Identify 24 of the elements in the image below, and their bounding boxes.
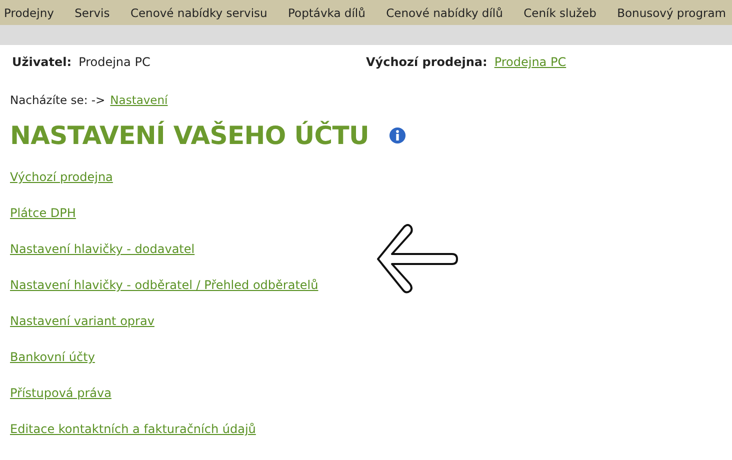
settings-link[interactable]: Výchozí prodejna bbox=[10, 170, 113, 185]
arrow-icon bbox=[374, 223, 460, 295]
nav-item[interactable]: Servis bbox=[74, 6, 110, 20]
settings-link[interactable]: Přístupová práva bbox=[10, 386, 112, 401]
settings-link[interactable]: Editace kontaktních a fakturačních údajů bbox=[10, 422, 256, 437]
settings-link[interactable]: Nastavení hlavičky - odběratel / Přehled odběratelů bbox=[10, 278, 318, 293]
nav-item[interactable]: Poptávka dílů bbox=[288, 6, 366, 20]
breadcrumb-label: Nacházíte se: -> bbox=[10, 93, 106, 107]
nav-item[interactable]: Cenové nabídky servisu bbox=[130, 6, 268, 20]
settings-link[interactable]: Bankovní účty bbox=[10, 350, 95, 365]
nav-item[interactable]: Cenové nabídky dílů bbox=[386, 6, 503, 20]
page-title: NASTAVENÍ VAŠEHO ÚČTU bbox=[10, 121, 370, 150]
settings-link[interactable]: Nastavení variant oprav bbox=[10, 314, 154, 329]
nav-item[interactable]: Bonusový program bbox=[617, 6, 726, 20]
nav-item[interactable]: Prodejny bbox=[4, 6, 54, 20]
settings-link[interactable]: Nastavení hlavičky - dodavatel bbox=[10, 242, 195, 257]
settings-link[interactable]: Plátce DPH bbox=[10, 206, 76, 221]
breadcrumb-link[interactable]: Nastavení bbox=[110, 93, 168, 107]
store-label: Výchozí prodejna: bbox=[366, 55, 488, 71]
nav-item[interactable]: Ceník služeb bbox=[524, 6, 596, 20]
store-link[interactable]: Prodejna PC bbox=[494, 55, 566, 79]
info-icon[interactable] bbox=[389, 127, 406, 144]
user-label: Uživatel: bbox=[12, 55, 72, 71]
user-value: Prodejna PC bbox=[78, 55, 150, 71]
